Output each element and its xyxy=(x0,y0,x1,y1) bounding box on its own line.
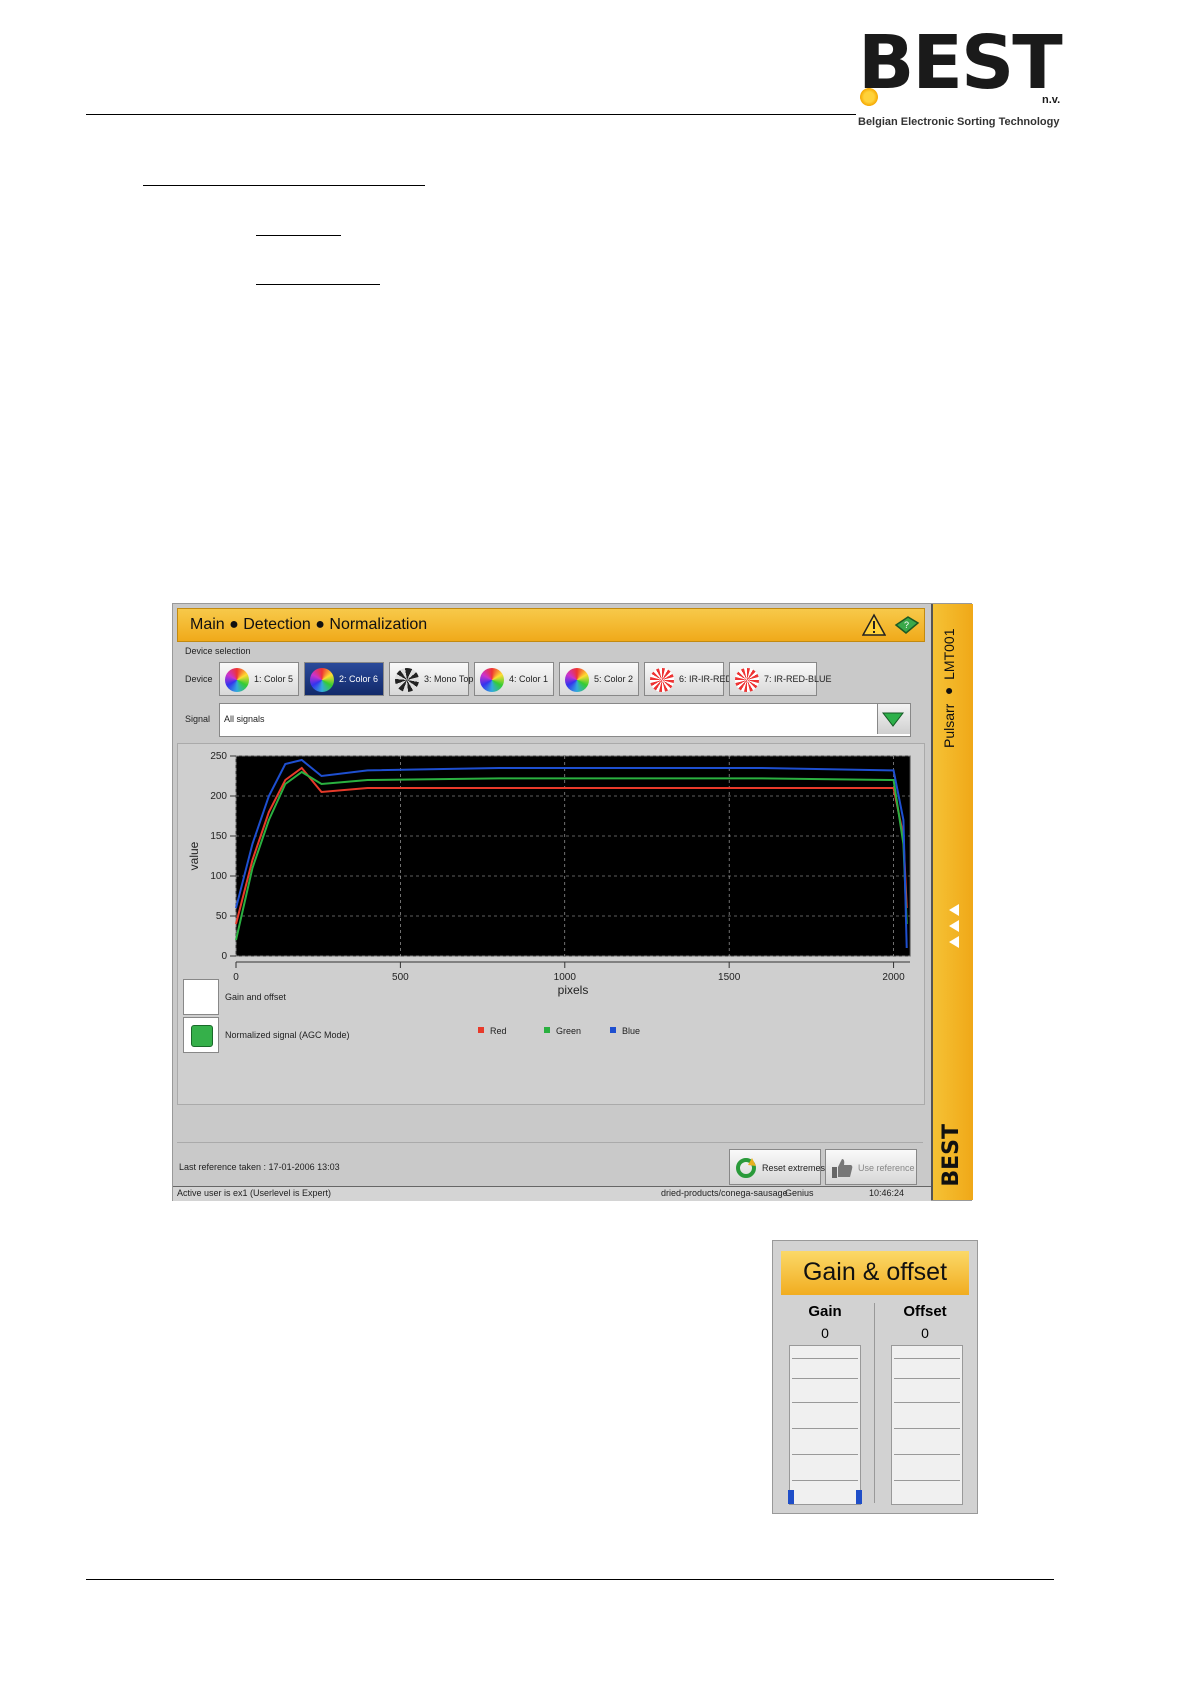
normalization-window: Main ● Detection ● Normalization ? Pulsa… xyxy=(172,603,973,1201)
gain-label: Gain xyxy=(808,1303,842,1320)
footer-rule xyxy=(86,1579,1054,1580)
last-reference-text: Last reference taken : 17-01-2006 13:03 xyxy=(179,1162,340,1172)
gain-offset-title: Gain & offset xyxy=(781,1251,969,1295)
panel-divider xyxy=(177,1142,923,1143)
y-axis-label: value xyxy=(187,841,201,870)
gain-slider-handle-left[interactable] xyxy=(788,1490,794,1504)
legend-swatch xyxy=(478,1027,484,1033)
signal-chart: 0 500 1000 1500 2000 0 50 100 150 200 250 pixels val… xyxy=(187,751,911,997)
heading-underline xyxy=(143,185,425,186)
device-button-4[interactable]: 4: Color 1 xyxy=(474,662,554,696)
breadcrumb: Main ● Detection ● Normalization xyxy=(190,616,428,633)
device-button-6[interactable]: 6: IR-IR-RED xyxy=(644,662,732,696)
device-label: Device xyxy=(185,674,213,684)
logo-brand: BEST xyxy=(858,20,1063,106)
help-book-icon[interactable]: ? xyxy=(894,613,920,637)
header-rule xyxy=(86,114,856,115)
subheading-underline-1 xyxy=(256,235,341,236)
color-wheel-icon xyxy=(310,668,334,692)
thumbs-up-icon xyxy=(832,1159,853,1178)
signal-dropdown-button[interactable] xyxy=(877,704,910,734)
x-tick-label: 1000 xyxy=(554,972,577,983)
x-tick-label: 500 xyxy=(392,972,409,983)
warning-icon[interactable] xyxy=(862,613,886,637)
signal-label: Signal xyxy=(185,714,211,724)
chevron-down-icon xyxy=(881,712,905,727)
ir-wheel-icon xyxy=(735,668,759,692)
gain-offset-divider xyxy=(874,1303,875,1503)
reset-extremes-button[interactable]: Reset extremes xyxy=(729,1149,825,1185)
status-product: dried-products/conega-sausage xyxy=(661,1188,788,1198)
legend-label: Blue xyxy=(622,1026,640,1036)
svg-text:?: ? xyxy=(904,620,909,630)
y-tick-label: 150 xyxy=(210,831,227,842)
plot-panel: 0 500 1000 1500 2000 0 50 100 150 200 250 pixels val… xyxy=(177,743,925,1105)
color-wheel-icon xyxy=(225,668,249,692)
subheading-underline-2 xyxy=(256,284,380,285)
status-mode: Genius xyxy=(785,1188,814,1198)
offset-label: Offset xyxy=(903,1303,947,1320)
ir-wheel-icon xyxy=(650,668,674,692)
gain-value: 0 xyxy=(821,1325,829,1341)
signal-select[interactable]: All signals xyxy=(219,703,911,737)
gain-offset-widget: Gain & offset Gain 0 Offset 0 xyxy=(772,1240,978,1514)
y-tick-label: 200 xyxy=(210,791,227,802)
y-tick-label: 250 xyxy=(210,751,227,762)
logo-sun-icon xyxy=(860,88,878,106)
normalized-signal-checkbox-label: Normalized signal (AGC Mode) xyxy=(225,1030,350,1040)
company-logo: BEST n.v. Belgian Electronic Sorting Tec… xyxy=(858,26,1068,136)
legend-swatch xyxy=(544,1027,550,1033)
offset-slider[interactable] xyxy=(891,1345,963,1505)
use-reference-button[interactable]: Use reference xyxy=(825,1149,917,1185)
y-tick-label: 100 xyxy=(210,871,227,882)
status-time: 10:46:24 xyxy=(869,1188,905,1198)
device-button-7[interactable]: 7: IR-RED-BLUE xyxy=(729,662,832,696)
side-label: Pulsarr ● LMT001 xyxy=(941,628,957,748)
logo-suffix: n.v. xyxy=(1042,94,1061,106)
title-bar: Main ● Detection ● Normalization ? xyxy=(177,608,925,642)
status-bar: Active user is ex1 (Userlevel is Expert)… xyxy=(173,1186,931,1201)
x-tick-label: 0 xyxy=(233,972,239,983)
logo-tagline: Belgian Electronic Sorting Technology xyxy=(858,116,1060,128)
signal-value: All signals xyxy=(224,714,265,724)
collapse-arrows-icon[interactable] xyxy=(947,904,961,950)
gain-slider[interactable] xyxy=(788,1345,862,1505)
gain-offset-checkbox-label: Gain and offset xyxy=(225,992,286,1002)
device-button-5[interactable]: 5: Color 2 xyxy=(559,662,639,696)
status-user: Active user is ex1 (Userlevel is Expert) xyxy=(177,1188,332,1198)
x-tick-label: 2000 xyxy=(882,972,905,983)
device-button-1[interactable]: 1: Color 5 xyxy=(219,662,299,696)
mono-wheel-icon xyxy=(395,668,419,692)
offset-value: 0 xyxy=(921,1325,929,1341)
side-logo: BEST xyxy=(939,1124,964,1187)
legend-label: Green xyxy=(556,1026,581,1036)
normalized-signal-checkbox[interactable] xyxy=(183,1017,219,1053)
legend-swatch xyxy=(610,1027,616,1033)
device-button-3[interactable]: 3: Mono Top xyxy=(389,662,473,696)
refresh-icon xyxy=(736,1158,756,1178)
color-wheel-icon xyxy=(565,668,589,692)
x-tick-label: 1500 xyxy=(718,972,741,983)
plot-area xyxy=(235,755,911,957)
x-axis-label: pixels xyxy=(558,983,589,997)
side-strip: Pulsarr ● LMT001 BEST xyxy=(931,604,973,1200)
y-tick-label: 50 xyxy=(216,911,228,922)
gain-offset-checkbox[interactable] xyxy=(183,979,219,1015)
legend-label: Red xyxy=(490,1026,507,1036)
y-tick-label: 0 xyxy=(221,951,227,962)
device-button-2[interactable]: 2: Color 6 xyxy=(304,662,384,696)
gain-slider-handle-right[interactable] xyxy=(856,1490,862,1504)
color-wheel-icon xyxy=(480,668,504,692)
device-selection-label: Device selection xyxy=(185,646,251,656)
